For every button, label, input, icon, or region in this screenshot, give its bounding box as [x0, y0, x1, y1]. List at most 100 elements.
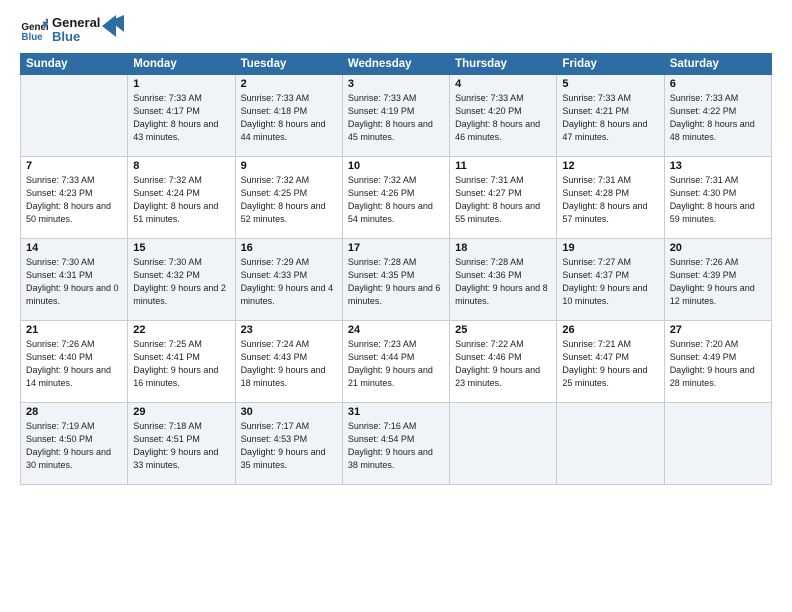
day-number: 11	[455, 160, 551, 172]
calendar-cell: 21 Sunrise: 7:26 AMSunset: 4:40 PMDayligh…	[21, 320, 128, 402]
day-info: Sunrise: 7:18 AMSunset: 4:51 PMDaylight:…	[133, 420, 229, 472]
day-info: Sunrise: 7:28 AMSunset: 4:35 PMDaylight:…	[348, 256, 444, 308]
weekday-header-monday: Monday	[128, 53, 235, 74]
day-number: 20	[670, 242, 766, 254]
day-info: Sunrise: 7:26 AMSunset: 4:40 PMDaylight:…	[26, 338, 122, 390]
calendar-cell: 10 Sunrise: 7:32 AMSunset: 4:26 PMDayligh…	[342, 156, 449, 238]
day-number: 18	[455, 242, 551, 254]
day-number: 29	[133, 406, 229, 418]
calendar-cell: 8Sunrise: 7:32 AMSunset: 4:24 PMDaylight…	[128, 156, 235, 238]
logo-general: General	[52, 16, 100, 30]
day-info: Sunrise: 7:29 AMSunset: 4:33 PMDaylight:…	[241, 256, 337, 308]
day-number: 27	[670, 324, 766, 336]
day-number: 17	[348, 242, 444, 254]
day-info: Sunrise: 7:33 AMSunset: 4:20 PMDaylight:…	[455, 92, 551, 144]
day-number: 6	[670, 78, 766, 90]
day-info: Sunrise: 7:23 AMSunset: 4:44 PMDaylight:…	[348, 338, 444, 390]
calendar-cell: 18 Sunrise: 7:28 AMSunset: 4:36 PMDayligh…	[450, 238, 557, 320]
day-info: Sunrise: 7:25 AMSunset: 4:41 PMDaylight:…	[133, 338, 229, 390]
calendar-cell: 29 Sunrise: 7:18 AMSunset: 4:51 PMDayligh…	[128, 402, 235, 484]
calendar-cell: 9 Sunrise: 7:32 AMSunset: 4:25 PMDaylight…	[235, 156, 342, 238]
calendar-cell: 13 Sunrise: 7:31 AMSunset: 4:30 PMDayligh…	[664, 156, 771, 238]
weekday-header-tuesday: Tuesday	[235, 53, 342, 74]
day-info: Sunrise: 7:17 AMSunset: 4:53 PMDaylight:…	[241, 420, 337, 472]
calendar-table: SundayMondayTuesdayWednesdayThursdayFrid…	[20, 53, 772, 485]
weekday-header-thursday: Thursday	[450, 53, 557, 74]
calendar-week-row: 14 Sunrise: 7:30 AMSunset: 4:31 PMDayligh…	[21, 238, 772, 320]
day-info: Sunrise: 7:31 AMSunset: 4:30 PMDaylight:…	[670, 174, 766, 226]
calendar-cell: 16 Sunrise: 7:29 AMSunset: 4:33 PMDayligh…	[235, 238, 342, 320]
calendar-cell	[21, 74, 128, 156]
day-number: 4	[455, 78, 551, 90]
calendar-week-row: 28 Sunrise: 7:19 AMSunset: 4:50 PMDayligh…	[21, 402, 772, 484]
day-number: 1	[133, 78, 229, 90]
calendar-cell: 20 Sunrise: 7:26 AMSunset: 4:39 PMDayligh…	[664, 238, 771, 320]
page-header: General Blue General Blue	[20, 16, 772, 45]
day-info: Sunrise: 7:32 AMSunset: 4:25 PMDaylight:…	[241, 174, 337, 226]
day-info: Sunrise: 7:33 AMSunset: 4:22 PMDaylight:…	[670, 92, 766, 144]
calendar-cell	[664, 402, 771, 484]
day-number: 13	[670, 160, 766, 172]
day-number: 9	[241, 160, 337, 172]
calendar-cell: 19 Sunrise: 7:27 AMSunset: 4:37 PMDayligh…	[557, 238, 664, 320]
day-number: 3	[348, 78, 444, 90]
logo-icon: General Blue	[20, 16, 48, 44]
day-number: 25	[455, 324, 551, 336]
weekday-header-friday: Friday	[557, 53, 664, 74]
day-info: Sunrise: 7:24 AMSunset: 4:43 PMDaylight:…	[241, 338, 337, 390]
day-info: Sunrise: 7:27 AMSunset: 4:37 PMDaylight:…	[562, 256, 658, 308]
day-info: Sunrise: 7:33 AMSunset: 4:21 PMDaylight:…	[562, 92, 658, 144]
calendar-cell: 7Sunrise: 7:33 AMSunset: 4:23 PMDaylight…	[21, 156, 128, 238]
calendar-week-row: 21 Sunrise: 7:26 AMSunset: 4:40 PMDayligh…	[21, 320, 772, 402]
calendar-cell: 22 Sunrise: 7:25 AMSunset: 4:41 PMDayligh…	[128, 320, 235, 402]
day-number: 28	[26, 406, 122, 418]
day-info: Sunrise: 7:19 AMSunset: 4:50 PMDaylight:…	[26, 420, 122, 472]
day-number: 14	[26, 242, 122, 254]
logo: General Blue General Blue	[20, 16, 124, 45]
calendar-page: General Blue General Blue SundayMondayTu…	[0, 0, 792, 612]
calendar-cell: 28 Sunrise: 7:19 AMSunset: 4:50 PMDayligh…	[21, 402, 128, 484]
day-info: Sunrise: 7:21 AMSunset: 4:47 PMDaylight:…	[562, 338, 658, 390]
weekday-header-wednesday: Wednesday	[342, 53, 449, 74]
day-info: Sunrise: 7:26 AMSunset: 4:39 PMDaylight:…	[670, 256, 766, 308]
day-number: 2	[241, 78, 337, 90]
day-info: Sunrise: 7:20 AMSunset: 4:49 PMDaylight:…	[670, 338, 766, 390]
calendar-cell: 2Sunrise: 7:33 AMSunset: 4:18 PMDaylight…	[235, 74, 342, 156]
calendar-cell: 26 Sunrise: 7:21 AMSunset: 4:47 PMDayligh…	[557, 320, 664, 402]
calendar-cell: 24Sunrise: 7:23 AMSunset: 4:44 PMDayligh…	[342, 320, 449, 402]
day-number: 15	[133, 242, 229, 254]
day-number: 10	[348, 160, 444, 172]
calendar-cell: 15 Sunrise: 7:30 AMSunset: 4:32 PMDayligh…	[128, 238, 235, 320]
calendar-cell	[450, 402, 557, 484]
day-number: 22	[133, 324, 229, 336]
logo-blue: Blue	[52, 30, 100, 44]
day-info: Sunrise: 7:30 AMSunset: 4:32 PMDaylight:…	[133, 256, 229, 308]
calendar-week-row: 7Sunrise: 7:33 AMSunset: 4:23 PMDaylight…	[21, 156, 772, 238]
weekday-header-sunday: Sunday	[21, 53, 128, 74]
day-info: Sunrise: 7:33 AMSunset: 4:23 PMDaylight:…	[26, 174, 122, 226]
calendar-cell: 14 Sunrise: 7:30 AMSunset: 4:31 PMDayligh…	[21, 238, 128, 320]
day-number: 5	[562, 78, 658, 90]
calendar-cell: 25 Sunrise: 7:22 AMSunset: 4:46 PMDayligh…	[450, 320, 557, 402]
calendar-cell	[557, 402, 664, 484]
day-info: Sunrise: 7:32 AMSunset: 4:26 PMDaylight:…	[348, 174, 444, 226]
day-number: 16	[241, 242, 337, 254]
logo-arrow-icon	[102, 15, 124, 37]
day-number: 12	[562, 160, 658, 172]
day-info: Sunrise: 7:32 AMSunset: 4:24 PMDaylight:…	[133, 174, 229, 226]
calendar-cell: 17 Sunrise: 7:28 AMSunset: 4:35 PMDayligh…	[342, 238, 449, 320]
calendar-cell: 30Sunrise: 7:17 AMSunset: 4:53 PMDayligh…	[235, 402, 342, 484]
day-number: 23	[241, 324, 337, 336]
day-info: Sunrise: 7:31 AMSunset: 4:27 PMDaylight:…	[455, 174, 551, 226]
day-number: 21	[26, 324, 122, 336]
calendar-cell: 23 Sunrise: 7:24 AMSunset: 4:43 PMDayligh…	[235, 320, 342, 402]
day-number: 26	[562, 324, 658, 336]
day-info: Sunrise: 7:30 AMSunset: 4:31 PMDaylight:…	[26, 256, 122, 308]
day-number: 19	[562, 242, 658, 254]
calendar-cell: 12Sunrise: 7:31 AMSunset: 4:28 PMDayligh…	[557, 156, 664, 238]
day-info: Sunrise: 7:22 AMSunset: 4:46 PMDaylight:…	[455, 338, 551, 390]
calendar-week-row: 1Sunrise: 7:33 AMSunset: 4:17 PMDaylight…	[21, 74, 772, 156]
weekday-header-saturday: Saturday	[664, 53, 771, 74]
calendar-cell: 4 Sunrise: 7:33 AMSunset: 4:20 PMDaylight…	[450, 74, 557, 156]
day-info: Sunrise: 7:28 AMSunset: 4:36 PMDaylight:…	[455, 256, 551, 308]
